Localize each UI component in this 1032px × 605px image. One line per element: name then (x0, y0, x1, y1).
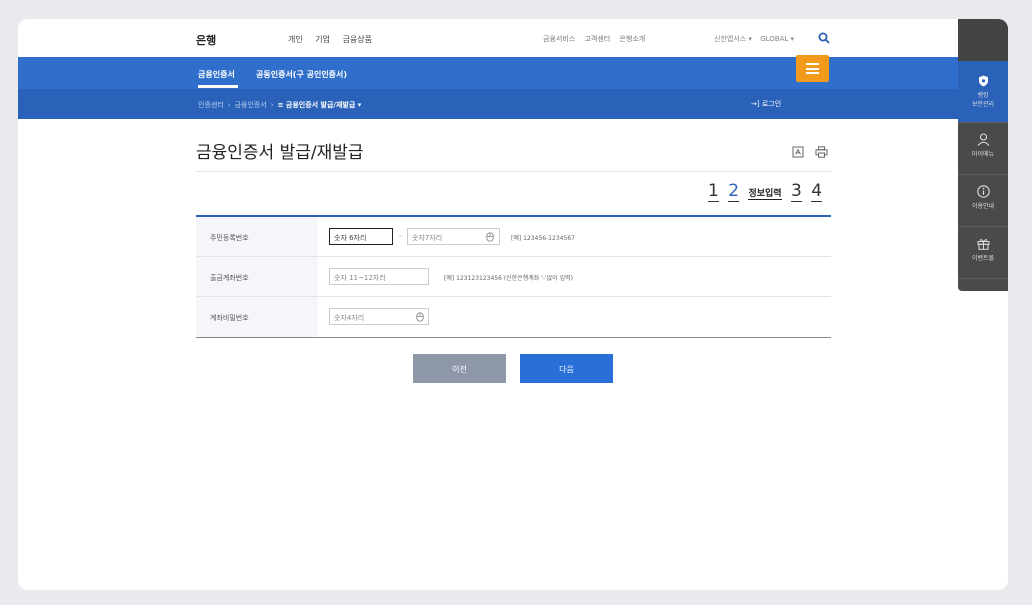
title-actions (792, 143, 828, 162)
resident-number-fields: 숫자 6자리 - 숫자7자리 [예] 123456-1234567 (318, 217, 831, 256)
tab-joint-certificate[interactable]: 공동인증서(구 공인인증서) (256, 69, 347, 80)
resident-number-back-placeholder: 숫자7자리 (412, 234, 443, 242)
resident-number-back-input[interactable]: 숫자7자리 (407, 228, 500, 245)
virtual-keypad-icon[interactable] (416, 312, 424, 322)
resident-number-dash: - (399, 232, 402, 240)
account-password-label: 계좌비밀번호 (196, 297, 318, 337)
menu-financial-services[interactable]: 금융서비스 (543, 35, 575, 43)
step-indicator: 1 2 정보입력 3 4 (704, 181, 823, 202)
form-row-account-password: 계좌비밀번호 숫자4자리 (196, 297, 831, 337)
form-row-account-number: 출금계좌번호 숫자 11~12자리 [예] 123123123456 (신한은행… (196, 257, 831, 297)
tab-financial-certificate[interactable]: 금융인증서 (198, 69, 235, 80)
side-item-label: 마이메뉴 (971, 151, 995, 158)
menu-app-dropdown[interactable]: 신한앱서스 ▾ (714, 35, 752, 43)
breadcrumb-bar: 인증센터 › 금융인증서 › ≡ 금융인증서 발급/재발급 ▾ →] 로그인 (18, 89, 1008, 119)
step-1: 1 (708, 181, 719, 202)
hamburger-menu-button[interactable] (796, 55, 829, 82)
page-card: 은행 개인 기업 금융상품 금융서비스 고객센터 은행소개 신한앱서스 ▾ GL… (18, 19, 1008, 590)
primary-tab-bar: 금융인증서 공동인증서(구 공인인증서) (18, 57, 1008, 89)
hamburger-line (806, 63, 819, 65)
side-item-event[interactable]: 이벤트몰 (958, 227, 1008, 279)
menu-personal[interactable]: 개인 (288, 35, 303, 44)
info-form: 주민등록번호 숫자 6자리 - 숫자7자리 [예] 123456-1234567… (196, 215, 831, 338)
print-icon[interactable] (815, 146, 828, 158)
person-icon (977, 133, 989, 146)
resident-number-hint: [예] 123456-1234567 (511, 235, 575, 242)
side-item-label: 이벤트몰 (971, 255, 995, 262)
resident-number-front-input[interactable]: 숫자 6자리 (329, 228, 393, 245)
title-divider (196, 171, 831, 172)
side-item-guide[interactable]: 이용안내 (958, 175, 1008, 227)
menu-business[interactable]: 기업 (315, 35, 330, 44)
breadcrumb-item[interactable]: 인증센터 (198, 101, 224, 109)
virtual-keypad-icon[interactable] (486, 232, 494, 242)
bank-logo[interactable]: 은행 (196, 32, 216, 48)
account-password-placeholder: 숫자4자리 (334, 314, 365, 322)
side-item-label: 이용안내 (971, 203, 995, 210)
previous-button[interactable]: 이전 (413, 354, 506, 383)
main-menu: 개인 기업 금융상품 (288, 34, 382, 45)
step-3: 3 (791, 181, 802, 202)
step-4: 4 (811, 181, 823, 202)
form-row-resident-number: 주민등록번호 숫자 6자리 - 숫자7자리 [예] 123456-1234567 (196, 217, 831, 257)
menu-global-dropdown[interactable]: GLOBAL ▾ (760, 35, 794, 43)
menu-customer-center[interactable]: 고객센터 (584, 35, 610, 43)
gift-icon (977, 239, 989, 250)
account-number-label: 출금계좌번호 (196, 257, 318, 296)
login-link[interactable]: →] 로그인 (751, 99, 781, 109)
breadcrumb-current[interactable]: ≡ 금융인증서 발급/재발급 ▾ (278, 101, 362, 109)
breadcrumb: 인증센터 › 금융인증서 › ≡ 금융인증서 발급/재발급 ▾ (198, 101, 362, 109)
side-panel-top (958, 19, 1008, 61)
active-tab-indicator (198, 85, 238, 88)
account-number-input[interactable]: 숫자 11~12자리 (329, 268, 429, 285)
step-2-active: 2 (728, 181, 740, 202)
zoom-icon[interactable] (792, 146, 804, 158)
side-item-label: 뱅킹 보안관리 (971, 92, 995, 108)
next-button[interactable]: 다음 (520, 354, 613, 383)
menu-products[interactable]: 금융상품 (343, 35, 372, 44)
hamburger-line (806, 72, 819, 74)
info-icon (976, 185, 990, 198)
account-password-fields: 숫자4자리 (318, 297, 831, 337)
top-navigation: 은행 개인 기업 금융상품 금융서비스 고객센터 은행소개 신한앱서스 ▾ GL… (18, 19, 1008, 57)
account-password-input[interactable]: 숫자4자리 (329, 308, 429, 325)
side-item-security[interactable]: 뱅킹 보안관리 (958, 61, 1008, 123)
page-title: 금융인증서 발급/재발급 (196, 143, 364, 163)
resident-number-label: 주민등록번호 (196, 217, 318, 256)
breadcrumb-item[interactable]: 금융인증서 (235, 101, 267, 109)
search-icon[interactable] (818, 32, 830, 44)
side-item-my-menu[interactable]: 마이메뉴 (958, 123, 1008, 175)
quick-side-panel: 뱅킹 보안관리 마이메뉴 이용안내 이벤트몰 (958, 19, 1008, 291)
account-number-fields: 숫자 11~12자리 [예] 123123123456 (신한은행계좌 '-'없… (318, 257, 831, 296)
lang-menu: 신한앱서스 ▾ GLOBAL ▾ (714, 34, 800, 44)
account-number-hint: [예] 123123123456 (신한은행계좌 '-'없이 입력) (444, 275, 573, 282)
utility-menu: 금융서비스 고객센터 은행소개 (543, 34, 652, 44)
shield-icon (978, 75, 988, 87)
hamburger-line (806, 67, 819, 70)
menu-bank-intro[interactable]: 은행소개 (619, 35, 645, 43)
step-2-label: 정보입력 (748, 189, 782, 200)
